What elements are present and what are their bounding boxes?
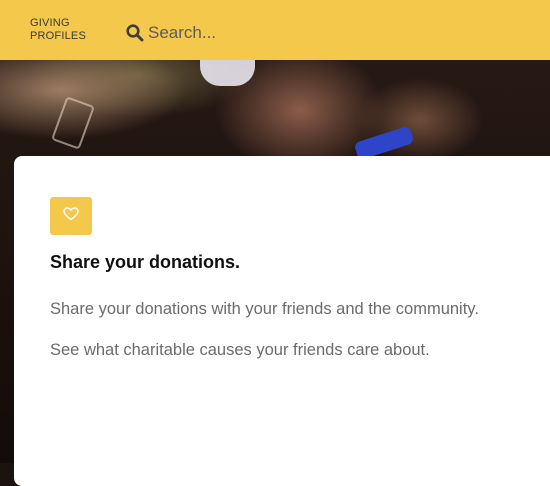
card-title: Share your donations. [50,252,241,272]
site-logo[interactable]: GIVING PROFILES [30,17,86,43]
card-paragraph-1: Share your donations with your friends a… [50,300,479,318]
search-input[interactable] [148,23,408,43]
logo-line-1: GIVING [30,17,70,29]
hero-shirt-detail [200,58,255,86]
card-paragraph-2: See what charitable causes your friends … [50,341,430,359]
logo-line-2: PROFILES [30,30,87,42]
top-navigation-bar: GIVING PROFILES [0,0,550,60]
feature-card: Share your donations. Share your donatio… [14,156,550,486]
search-icon[interactable] [126,24,144,42]
search-bar[interactable] [126,21,426,45]
heart-icon-badge [50,197,92,235]
heart-icon [63,206,79,226]
hero-glasses-detail [51,96,95,150]
